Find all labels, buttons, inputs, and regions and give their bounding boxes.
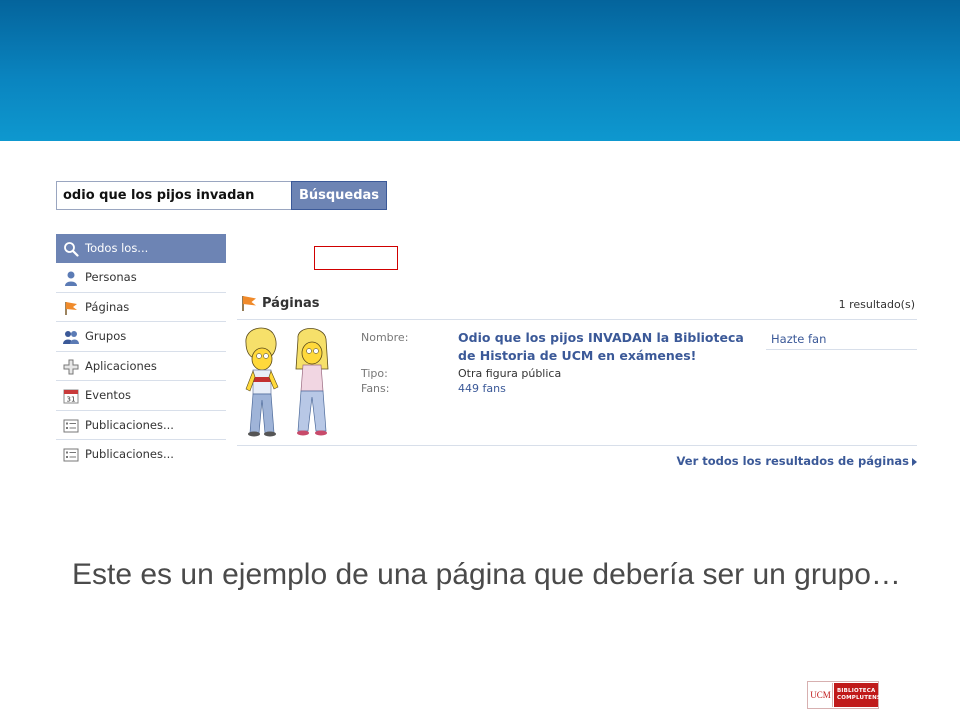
arrow-right-icon (912, 457, 917, 466)
calendar-icon: 31 (63, 389, 79, 404)
sidebar-item-events[interactable]: 31 Eventos (56, 381, 226, 411)
results-header: Páginas 1 resultado(s) (237, 292, 917, 320)
fans-label: Fans: (361, 382, 390, 395)
sidebar-item-label: Publicaciones... (85, 417, 174, 432)
posts-icon (63, 448, 79, 462)
logo-wordmark: BIBLIOTECA COMPLUTENSE (834, 683, 885, 707)
sidebar-item-label: Personas (85, 270, 137, 284)
name-label: Nombre: (361, 331, 409, 344)
fans-count-link[interactable]: 449 fans (458, 382, 506, 395)
sidebar-item-label: Páginas (85, 299, 130, 314)
logo-line-2: COMPLUTENSE (837, 695, 886, 701)
groups-icon (63, 331, 79, 344)
search-input[interactable]: odio que los pijos invadan (56, 181, 291, 210)
svg-text:31: 31 (67, 396, 76, 404)
applications-icon (63, 359, 79, 374)
become-fan-cell: Hazte fan (766, 326, 917, 350)
search-button[interactable]: Búsquedas (291, 181, 387, 210)
results-count: 1 resultado(s) (838, 298, 915, 311)
sidebar-item-all[interactable]: Todos los... (56, 234, 226, 263)
person-icon (65, 271, 77, 286)
results-section-title: Páginas (262, 296, 320, 311)
sidebar-item-posts-2[interactable]: Publicaciones... (56, 440, 226, 470)
sidebar-item-label: Eventos (85, 388, 131, 402)
highlight-box (314, 246, 398, 270)
library-logo: UCM BIBLIOTECA COMPLUTENSE (807, 681, 885, 709)
sidebar-item-label: Publicaciones... (85, 447, 174, 461)
sidebar-item-groups[interactable]: Grupos (56, 322, 226, 352)
pages-flag-icon (242, 296, 256, 311)
see-all-pages-link[interactable]: Ver todos los resultados de páginas (676, 454, 917, 468)
sidebar-item-people[interactable]: Personas (56, 263, 226, 293)
posts-icon (63, 419, 79, 432)
search-icon (64, 242, 79, 257)
header-banner (0, 0, 960, 141)
type-label: Tipo: (361, 367, 388, 380)
sidebar-item-label: Grupos (85, 329, 127, 343)
type-value: Otra figura pública (458, 367, 562, 380)
sidebar-item-applications[interactable]: Aplicaciones (56, 352, 226, 381)
sidebar-item-label: Todos los... (85, 241, 149, 255)
pages-flag-icon (65, 301, 77, 315)
slide-caption: Este es un ejemplo de una página que deb… (72, 558, 901, 591)
search-filter-sidebar: Todos los... Personas Páginas Grupos Apl… (56, 234, 226, 470)
see-all-label: Ver todos los resultados de páginas (676, 454, 910, 468)
page-profile-picture[interactable] (240, 325, 340, 439)
result-page-name-link[interactable]: Odio que los pijos INVADAN la Biblioteca… (458, 329, 763, 365)
sidebar-item-posts[interactable]: Publicaciones... (56, 411, 226, 440)
results-divider (237, 445, 917, 446)
sidebar-item-pages[interactable]: Páginas (56, 293, 226, 322)
logo-line-1: BIBLIOTECA (837, 688, 876, 694)
become-fan-button[interactable]: Hazte fan (771, 332, 826, 346)
sidebar-item-label: Aplicaciones (85, 358, 157, 373)
ucm-logo-mark: UCM (809, 683, 833, 707)
